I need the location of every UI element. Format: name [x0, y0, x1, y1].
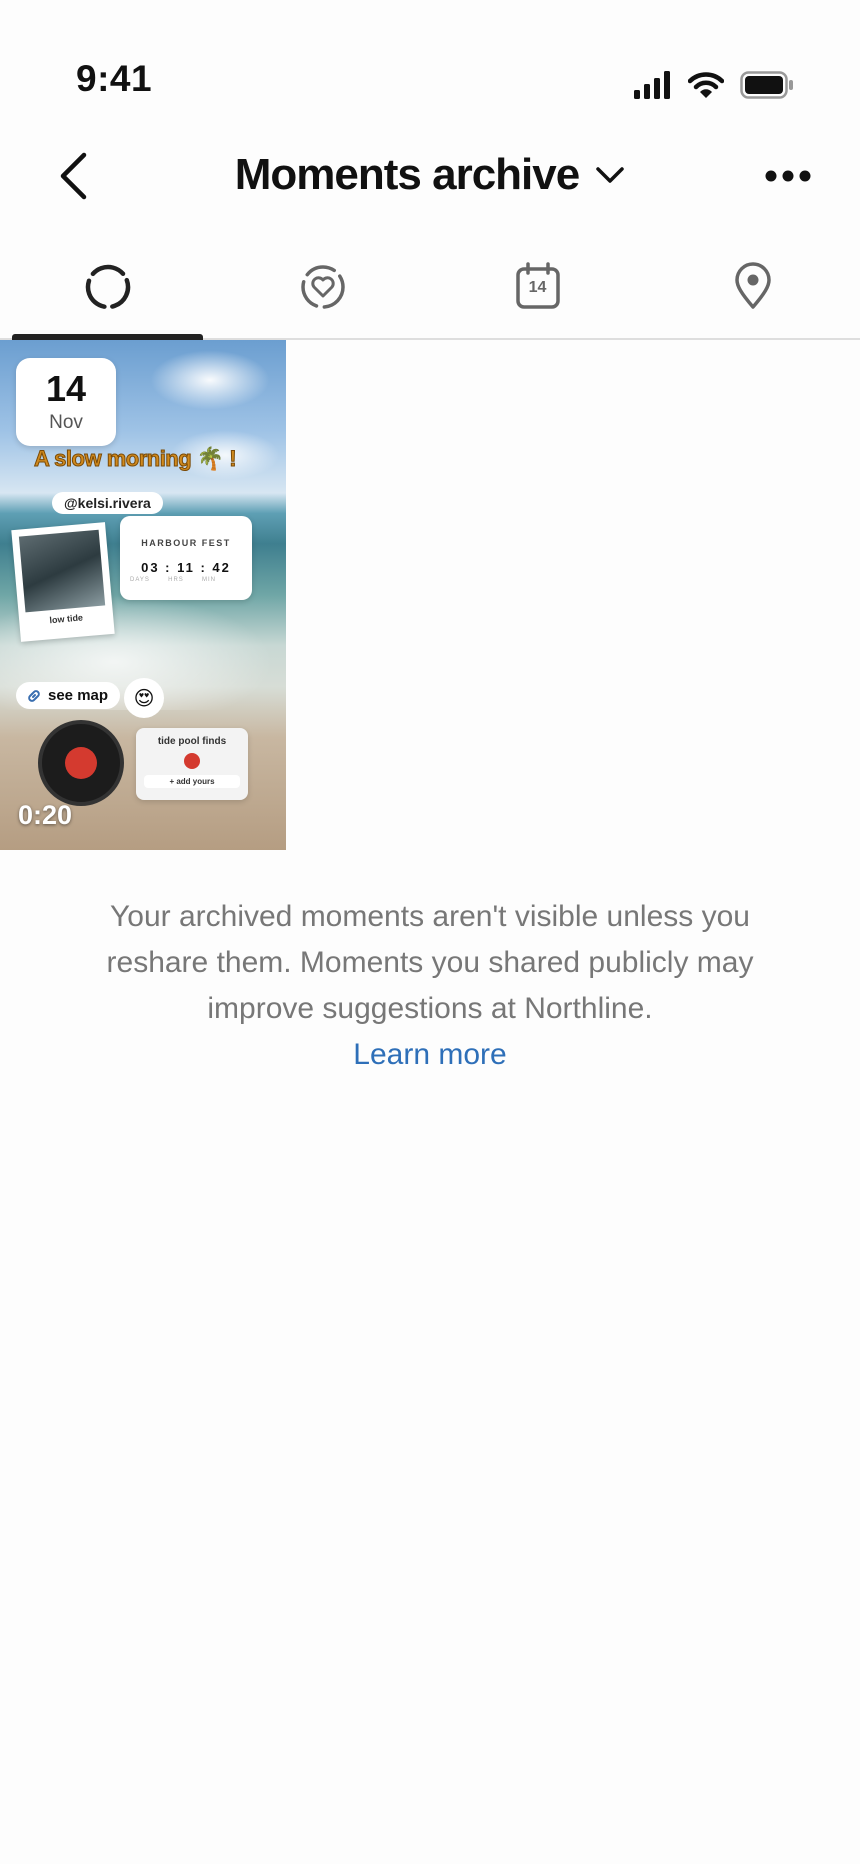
more-horizontal-icon: [765, 170, 811, 182]
more-options-button[interactable]: [756, 156, 820, 196]
heart-circle-icon: [300, 265, 345, 309]
date-badge: 14 Nov: [16, 358, 116, 446]
countdown-units: DAYS HRS MIN: [120, 577, 216, 583]
tab-calendar[interactable]: 14: [430, 238, 645, 338]
heart-eyes-emoji: 😍: [133, 687, 155, 710]
calendar-day-label: 14: [528, 279, 547, 296]
countdown-sticker: HARBOUR FEST 03 : 11 : 42 DAYS HRS MIN: [120, 516, 252, 600]
link-sticker: see map: [16, 682, 121, 709]
header: Moments archive: [0, 130, 860, 222]
polaroid-photo: [18, 529, 106, 613]
polaroid-label: low tide: [49, 612, 84, 626]
countdown-time: 03 : 11 : 42: [141, 560, 231, 575]
countdown-unit-days: DAYS: [130, 577, 150, 583]
video-duration: 0:20: [18, 800, 73, 830]
archive-tabs: 14: [0, 238, 860, 340]
page-title: Moments archive: [234, 150, 580, 199]
cellular-signal-icon: [634, 70, 672, 104]
wifi-icon: [687, 71, 725, 104]
tab-moments[interactable]: [0, 238, 215, 340]
status-time: 9:41: [76, 58, 153, 99]
location-pin-icon: [734, 262, 771, 309]
polaroid-sticker: low tide: [11, 522, 115, 642]
tab-highlights[interactable]: [215, 238, 430, 338]
status-bar: 9:41: [0, 0, 860, 120]
title-dropdown[interactable]: Moments archive: [0, 150, 860, 200]
archive-moment-tile[interactable]: 14 Nov A slow morning 🌴 ! @kelsi.rivera …: [0, 340, 286, 850]
tab-map[interactable]: [645, 238, 860, 338]
add-yours-button: + add yours: [144, 775, 240, 788]
sky-cloud: [150, 350, 270, 410]
dashed-circle-icon: [85, 264, 130, 310]
link-sticker-label: see map: [48, 687, 109, 704]
archive-info-text: Your archived moments aren't visible unl…: [106, 900, 754, 1025]
countdown-unit-minutes: MIN: [201, 577, 216, 583]
record-dot-icon: [65, 747, 97, 779]
battery-icon: [740, 70, 794, 104]
emoji-reaction-sticker: 😍: [124, 678, 164, 718]
countdown-unit-hours: HRS: [168, 577, 184, 583]
countdown-title: HARBOUR FEST: [141, 538, 231, 548]
learn-more-link[interactable]: Learn more: [353, 1032, 506, 1078]
add-yours-title: tide pool finds: [157, 736, 227, 747]
record-sticker: [38, 720, 124, 806]
add-yours-dot-icon: [184, 753, 200, 769]
mention-sticker: @kelsi.rivera: [52, 492, 163, 514]
date-month: Nov: [49, 412, 83, 433]
add-yours-sticker: tide pool finds + add yours: [136, 728, 248, 800]
moment-caption: A slow morning 🌴 !: [33, 446, 237, 472]
chevron-down-icon: [596, 167, 624, 183]
status-icons: [634, 70, 794, 104]
date-day: 14: [45, 368, 87, 409]
link-icon: [28, 689, 40, 702]
archive-info: Your archived moments aren't visible unl…: [60, 894, 800, 1078]
calendar-icon: 14: [515, 262, 561, 310]
